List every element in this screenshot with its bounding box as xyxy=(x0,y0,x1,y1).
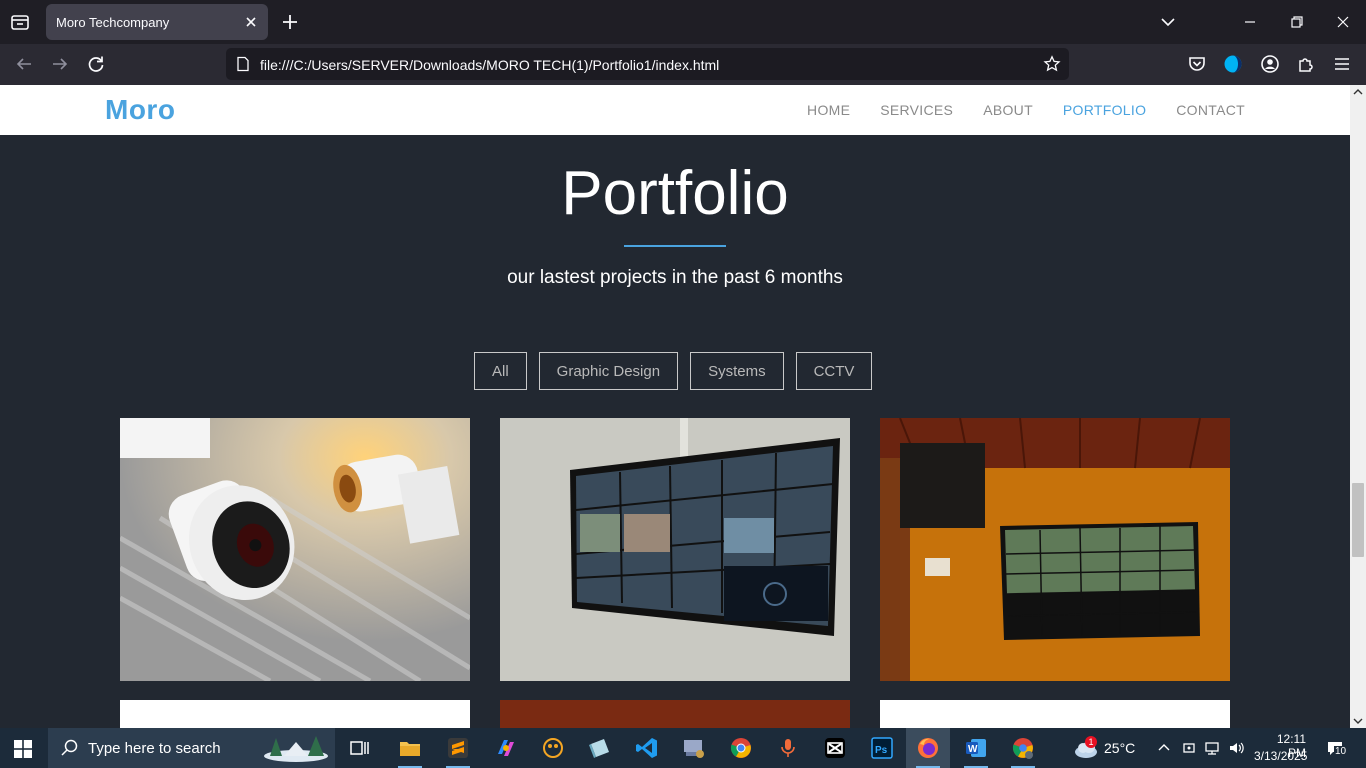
volume-icon[interactable] xyxy=(1228,740,1244,756)
nav-services[interactable]: SERVICES xyxy=(880,102,953,118)
portfolio-item-cctv-cameras[interactable] xyxy=(120,418,470,681)
site-logo[interactable]: Moro xyxy=(105,94,175,126)
svg-text:W: W xyxy=(968,744,978,755)
site-header: Moro HOME SERVICES ABOUT PORTFOLIO CONTA… xyxy=(0,85,1350,135)
extensions-icon[interactable] xyxy=(1295,53,1317,75)
rocket-app-icon[interactable] xyxy=(541,736,565,760)
filter-systems-button[interactable]: Systems xyxy=(690,352,784,390)
taskbar-search-box[interactable]: Type here to search xyxy=(48,728,336,768)
filter-cctv-button[interactable]: CCTV xyxy=(795,352,873,390)
notes-app-icon[interactable] xyxy=(588,736,612,760)
windows-start-icon[interactable] xyxy=(14,740,32,758)
network-icon[interactable] xyxy=(1204,740,1220,756)
reload-icon[interactable] xyxy=(85,53,107,75)
chrome-profile-icon[interactable] xyxy=(1011,736,1035,760)
file-explorer-icon[interactable] xyxy=(398,736,422,760)
nav-contact[interactable]: CONTACT xyxy=(1176,102,1245,118)
sublime-text-icon[interactable] xyxy=(446,736,470,760)
winter-trees-icon xyxy=(264,736,328,762)
portfolio-item-row2-3[interactable] xyxy=(880,700,1230,728)
nav-about[interactable]: ABOUT xyxy=(983,102,1033,118)
pocket-icon[interactable] xyxy=(1186,53,1208,75)
photoshop-icon[interactable]: Ps xyxy=(870,736,894,760)
new-tab-icon[interactable] xyxy=(280,12,300,32)
menu-icon[interactable] xyxy=(1331,53,1353,75)
browser-toolbar: file:///C:/Users/SERVER/Downloads/MORO T… xyxy=(0,44,1366,85)
nav-portfolio[interactable]: PORTFOLIO xyxy=(1063,102,1146,118)
weather-badge: 1 xyxy=(1085,736,1097,748)
page-scrollbar[interactable] xyxy=(1350,85,1366,728)
clock-date[interactable]: 3/13/2025 xyxy=(1254,749,1307,763)
bookmark-star-icon[interactable] xyxy=(1043,55,1061,73)
word-icon[interactable]: W xyxy=(964,736,988,760)
capcut-icon[interactable] xyxy=(823,736,847,760)
page-icon xyxy=(237,56,249,72)
microphone-icon[interactable] xyxy=(776,736,800,760)
copilot-icon[interactable] xyxy=(494,736,518,760)
restore-icon[interactable] xyxy=(1285,10,1309,34)
firefox-icon[interactable] xyxy=(916,736,940,760)
back-arrow-icon[interactable] xyxy=(13,53,35,75)
scroll-down-arrow-icon[interactable] xyxy=(1353,716,1363,726)
vscode-icon[interactable] xyxy=(635,736,659,760)
task-view-icon[interactable] xyxy=(348,736,372,760)
account-icon[interactable] xyxy=(1259,53,1281,75)
search-icon xyxy=(61,739,78,756)
title-divider xyxy=(624,245,726,247)
nav-home[interactable]: HOME xyxy=(807,102,850,118)
scrollbar-thumb[interactable] xyxy=(1352,483,1364,557)
browser-tab[interactable]: Moro Techcompany xyxy=(46,4,268,40)
minimize-icon[interactable] xyxy=(1238,10,1262,34)
vpn-extension-icon[interactable] xyxy=(1222,53,1244,75)
url-text[interactable]: file:///C:/Users/SERVER/Downloads/MORO T… xyxy=(260,57,719,73)
portfolio-item-monitor-feed[interactable] xyxy=(500,418,850,681)
filter-all-button[interactable]: All xyxy=(474,352,527,390)
browser-tab-bar: Moro Techcompany xyxy=(0,0,1366,44)
window-close-icon[interactable] xyxy=(1331,10,1355,34)
page-viewport: Moro HOME SERVICES ABOUT PORTFOLIO CONTA… xyxy=(0,85,1350,728)
chrome-icon[interactable] xyxy=(729,736,753,760)
notification-count: 10 xyxy=(1334,746,1348,757)
site-nav: HOME SERVICES ABOUT PORTFOLIO CONTACT xyxy=(807,102,1245,118)
wall-monitor-cctv-feed-image xyxy=(500,418,850,681)
svg-text:Ps: Ps xyxy=(875,745,888,756)
page-subtitle: our lastest projects in the past 6 month… xyxy=(507,267,843,288)
portfolio-filters: All Graphic Design Systems CCTV xyxy=(474,352,873,390)
page-title: Portfolio xyxy=(561,159,789,228)
portfolio-item-row2-1[interactable] xyxy=(120,700,470,728)
network-tool-icon[interactable] xyxy=(682,736,706,760)
portfolio-item-orange-wall[interactable] xyxy=(880,418,1230,681)
monitor-on-orange-wall-image xyxy=(880,418,1230,681)
tab-list-icon[interactable] xyxy=(8,10,32,34)
weather-temperature[interactable]: 25°C xyxy=(1104,740,1135,756)
search-placeholder: Type here to search xyxy=(88,740,221,757)
chevron-up-icon[interactable] xyxy=(1156,740,1172,756)
address-bar[interactable]: file:///C:/Users/SERVER/Downloads/MORO T… xyxy=(226,48,1069,80)
forward-arrow-icon[interactable] xyxy=(49,53,71,75)
close-icon[interactable] xyxy=(244,15,258,29)
filter-graphic-design-button[interactable]: Graphic Design xyxy=(538,352,679,390)
portfolio-item-row2-2[interactable] xyxy=(500,700,850,728)
chevron-down-icon[interactable] xyxy=(1156,10,1180,34)
windows-taskbar: Type here to search Ps W 1 25°C 12:11 PM… xyxy=(0,728,1366,768)
tab-title: Moro Techcompany xyxy=(56,15,170,30)
cctv-cameras-image xyxy=(120,418,470,681)
meet-now-icon[interactable] xyxy=(1181,740,1197,756)
scroll-up-arrow-icon[interactable] xyxy=(1353,87,1363,97)
